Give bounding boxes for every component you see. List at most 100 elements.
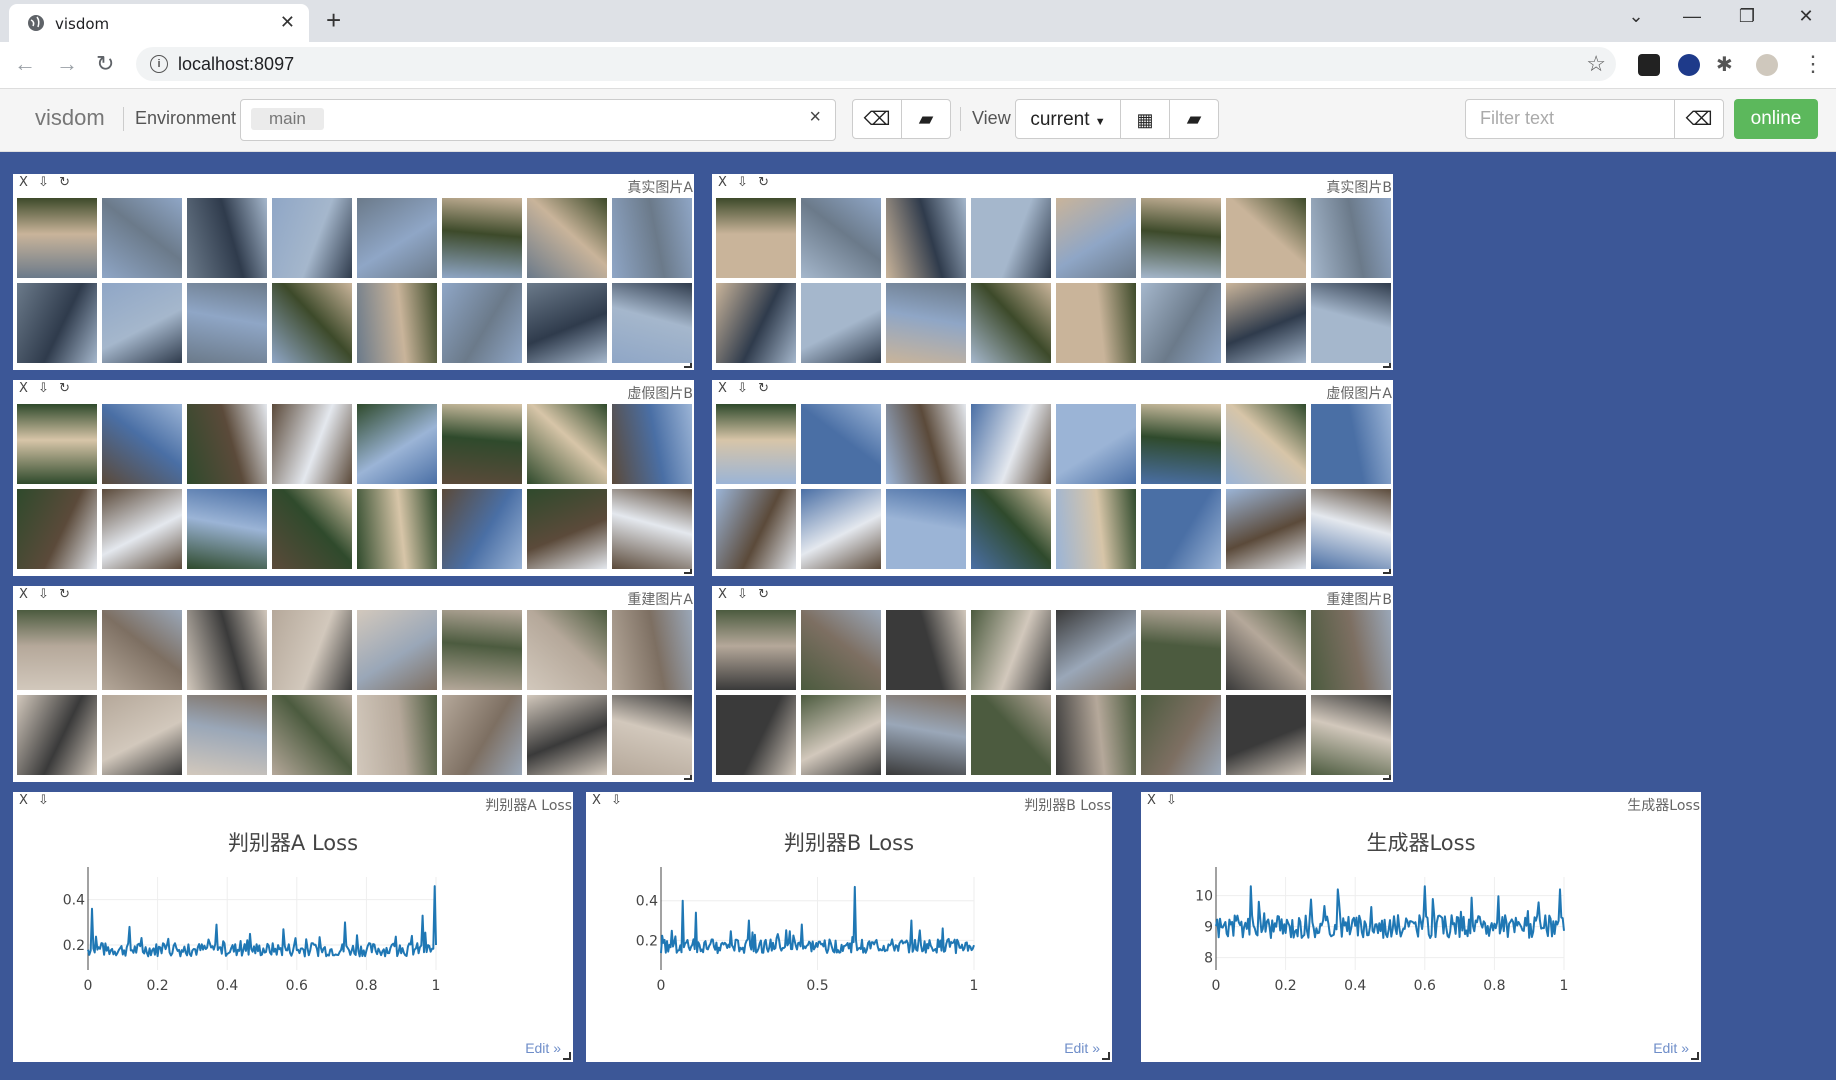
landscape-thumbnail [612,404,692,484]
tab-close-icon[interactable]: ✕ [280,12,295,33]
line-chart[interactable]: 0 0.5 1 0.2 0.4 [586,792,1112,1062]
bookmark-star-icon[interactable]: ☆ [1586,51,1606,77]
image-pane[interactable]: X ⇩ ↻ 真实图片A [13,174,694,370]
folder-open-icon: ▰ [1186,109,1202,130]
landscape-thumbnail [272,198,352,278]
edit-link[interactable]: Edit » [525,1040,561,1056]
image-pane[interactable]: X ⇩ ↻ 重建图片A [13,586,694,782]
loss-series-line [1215,885,1565,939]
resize-handle[interactable] [1691,1052,1699,1060]
environment-chip[interactable]: main [251,108,324,130]
landscape-thumbnail [886,198,966,278]
x-tick-label: 0.2 [146,978,168,994]
edit-link[interactable]: Edit » [1064,1040,1100,1056]
reset-icon[interactable]: ↻ [59,175,73,190]
edit-link[interactable]: Edit » [1653,1040,1689,1056]
image-pane[interactable]: X ⇩ ↻ 虚假图片A [712,380,1393,576]
chart-pane[interactable]: X ⇩ 生成器Loss 生成器Loss 0 0.2 0.4 0.6 0.8 1 8 9 10 E… [1141,792,1701,1062]
extension-icon[interactable] [1638,54,1660,76]
landscape-thumbnail [801,198,881,278]
new-tab-icon[interactable]: + [326,6,341,34]
connection-status-button[interactable]: online [1734,99,1818,139]
landscape-thumbnail [1141,489,1221,569]
landscape-thumbnail [17,695,97,775]
manage-env-button[interactable]: ▰ [901,99,951,139]
landscape-thumbnail [272,283,352,363]
y-tick-label: 0.4 [636,894,658,910]
reload-icon[interactable]: ↻ [96,51,114,77]
menu-dots-icon[interactable]: ⋮ [1802,51,1824,77]
restore-icon[interactable]: ❐ [1727,6,1767,27]
tab-search-icon[interactable]: ⌄ [1616,6,1656,27]
reset-icon[interactable]: ↻ [59,381,73,396]
close-icon[interactable]: X [19,587,31,602]
checkmark-extension-icon[interactable] [1678,54,1700,76]
x-tick-label: 0.2 [1274,978,1296,994]
line-chart[interactable]: 0 0.2 0.4 0.6 0.8 1 0.2 0.4 [13,792,573,1062]
address-bar[interactable]: i localhost:8097 ☆ [136,47,1616,81]
reset-icon[interactable]: ↻ [59,587,73,602]
clear-icon[interactable]: × [809,106,821,129]
landscape-thumbnail [102,283,182,363]
forward-icon[interactable]: → [56,51,78,77]
site-info-icon[interactable]: i [150,55,168,73]
resize-handle[interactable] [1102,1052,1110,1060]
download-icon[interactable]: ⇩ [737,381,751,396]
clear-filter-button[interactable]: ⌫ [1674,99,1724,139]
close-icon[interactable]: X [718,175,730,190]
close-icon[interactable]: X [19,175,31,190]
resize-handle[interactable] [563,1052,571,1060]
clear-env-button[interactable]: ⌫ [852,99,902,139]
image-pane[interactable]: X ⇩ ↻ 真实图片B [712,174,1393,370]
minimize-icon[interactable]: — [1672,6,1712,27]
window-close-icon[interactable]: ✕ [1786,6,1826,27]
download-icon[interactable]: ⇩ [38,381,52,396]
y-tick-label: 10 [1195,889,1213,905]
landscape-thumbnail [801,610,881,690]
reset-icon[interactable]: ↻ [758,381,772,396]
back-icon[interactable]: ← [14,51,36,77]
chart-pane[interactable]: X ⇩ 判别器B Loss 判别器B Loss 0 0.5 1 0.2 0.4 Edit… [586,792,1112,1062]
y-tick-label: 0.2 [636,933,658,949]
reset-icon[interactable]: ↻ [758,175,772,190]
landscape-thumbnail [442,404,522,484]
x-tick-label: 0.8 [1483,978,1505,994]
landscape-thumbnail [187,695,267,775]
image-grid [17,198,694,363]
close-icon[interactable]: X [718,381,730,396]
landscape-thumbnail [527,610,607,690]
landscape-thumbnail [527,283,607,363]
landscape-thumbnail [801,283,881,363]
manage-views-button[interactable]: ▰ [1169,99,1219,139]
line-chart[interactable]: 0 0.2 0.4 0.6 0.8 1 8 9 10 [1141,792,1701,1062]
x-tick-label: 0.6 [1414,978,1436,994]
image-pane[interactable]: X ⇩ ↻ 重建图片B [712,586,1393,782]
download-icon[interactable]: ⇩ [38,175,52,190]
browser-tab[interactable]: visdom ✕ [9,4,309,42]
filter-input[interactable]: Filter text [1465,99,1675,139]
x-tick-label: 1 [970,978,979,994]
close-icon[interactable]: X [19,381,31,396]
landscape-thumbnail [612,283,692,363]
puzzle-icon[interactable]: ✱ [1716,52,1733,78]
visdom-brand[interactable]: visdom [35,105,105,131]
view-select[interactable]: current ▼ [1015,99,1121,139]
download-icon[interactable]: ⇩ [737,175,751,190]
pane-controls: X ⇩ ↻ [718,381,772,396]
environment-select[interactable]: main × ▲▼ [240,99,861,141]
download-icon[interactable]: ⇩ [737,587,751,602]
image-pane[interactable]: X ⇩ ↻ 虚假图片B [13,380,694,576]
landscape-thumbnail [886,610,966,690]
download-icon[interactable]: ⇩ [38,587,52,602]
landscape-thumbnail [971,283,1051,363]
visdom-navbar: visdom Environment main × ▲▼ ⌫ ▰ View cu… [0,89,1836,152]
reset-icon[interactable]: ↻ [758,587,772,602]
landscape-thumbnail [102,610,182,690]
chart-pane[interactable]: X ⇩ 判别器A Loss 判别器A Loss 0 0.2 0.4 0.6 0.8 1 0.… [13,792,573,1062]
close-icon[interactable]: X [718,587,730,602]
x-tick-label: 1 [1560,978,1569,994]
landscape-thumbnail [1311,404,1391,484]
avatar[interactable] [1756,54,1778,76]
repack-button[interactable]: ▦ [1120,99,1170,139]
landscape-thumbnail [1056,198,1136,278]
